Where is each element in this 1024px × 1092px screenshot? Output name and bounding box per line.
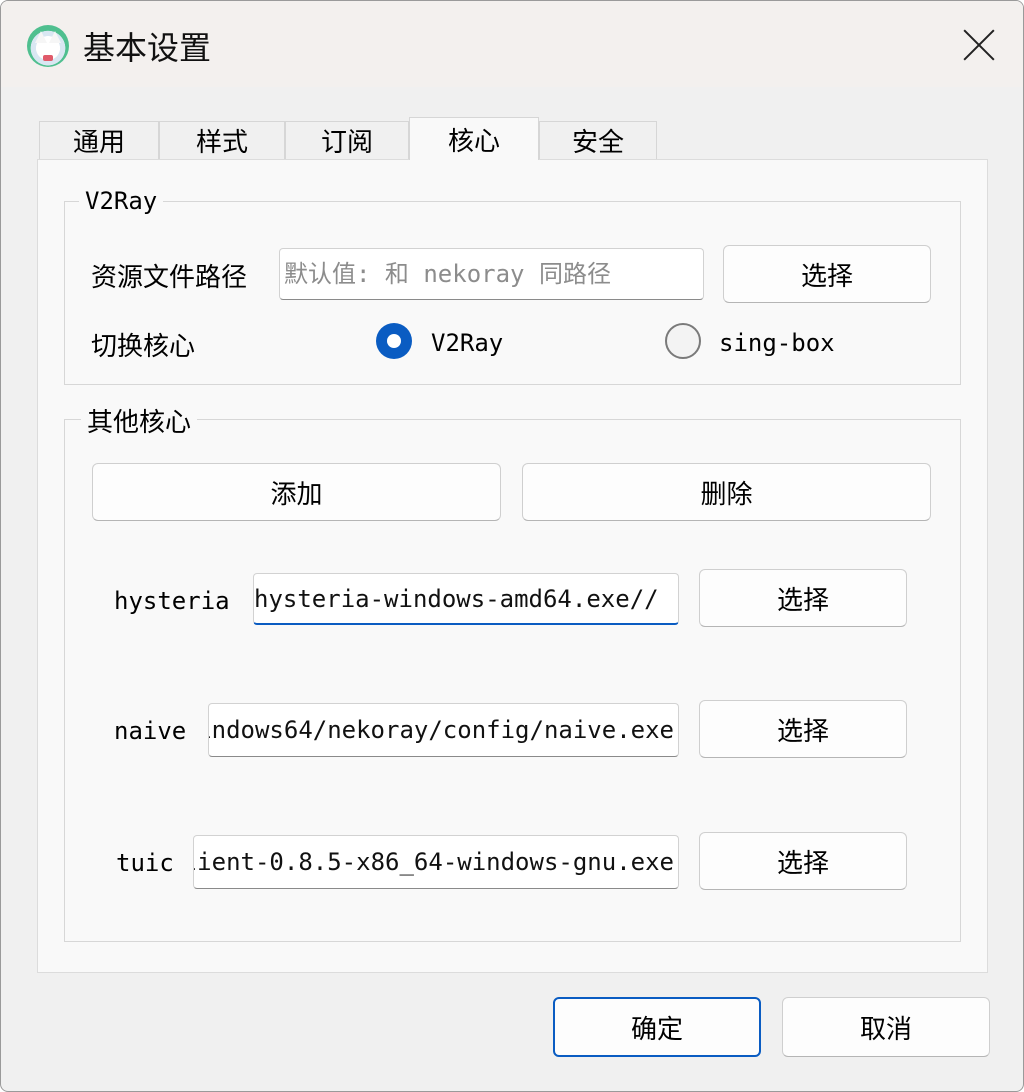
tab-security[interactable]: 安全 [539,121,657,159]
core-name-hysteria: hysteria [114,587,230,615]
core-name-tuic: tuic [116,849,174,877]
asset-path-label: 资源文件路径 [91,263,248,293]
asset-path-browse-button[interactable]: 选择 [723,245,931,303]
tab-subscription[interactable]: 订阅 [285,121,409,159]
core-radio-singbox[interactable] [665,323,701,359]
core-browse-button-hysteria[interactable]: 选择 [699,569,907,627]
app-avatar-icon [27,25,69,67]
delete-core-button[interactable]: 删除 [522,463,931,521]
core-radio-singbox-label[interactable]: sing-box [719,329,835,357]
title-bar: 基本设置 [1,1,1023,87]
window-title: 基本设置 [83,29,212,67]
cancel-button[interactable]: 取消 [782,997,990,1057]
v2ray-group-title: V2Ray [79,187,164,215]
other-cores-group-title: 其他核心 [81,402,198,439]
settings-dialog: 基本设置 通用 样式 订阅 核心 安全 V2Ray 资源文件路径 选择 切换核心… [0,0,1024,1092]
core-name-naive: naive [114,717,187,745]
close-icon[interactable] [957,23,1001,67]
ok-button[interactable]: 确定 [553,997,761,1057]
core-path-input-tuic[interactable] [193,835,679,889]
core-browse-button-naive[interactable]: 选择 [699,700,907,758]
core-path-input-naive[interactable] [208,703,679,757]
core-path-input-hysteria[interactable] [253,573,679,625]
core-radio-v2ray[interactable] [376,323,412,359]
tab-style[interactable]: 样式 [159,121,285,159]
core-browse-button-tuic[interactable]: 选择 [699,832,907,890]
asset-path-input[interactable] [279,248,704,300]
tab-general[interactable]: 通用 [39,121,159,159]
tab-core[interactable]: 核心 [409,117,539,160]
core-radio-v2ray-label[interactable]: V2Ray [431,329,503,357]
add-core-button[interactable]: 添加 [92,463,501,521]
switch-core-label: 切换核心 [91,332,196,362]
